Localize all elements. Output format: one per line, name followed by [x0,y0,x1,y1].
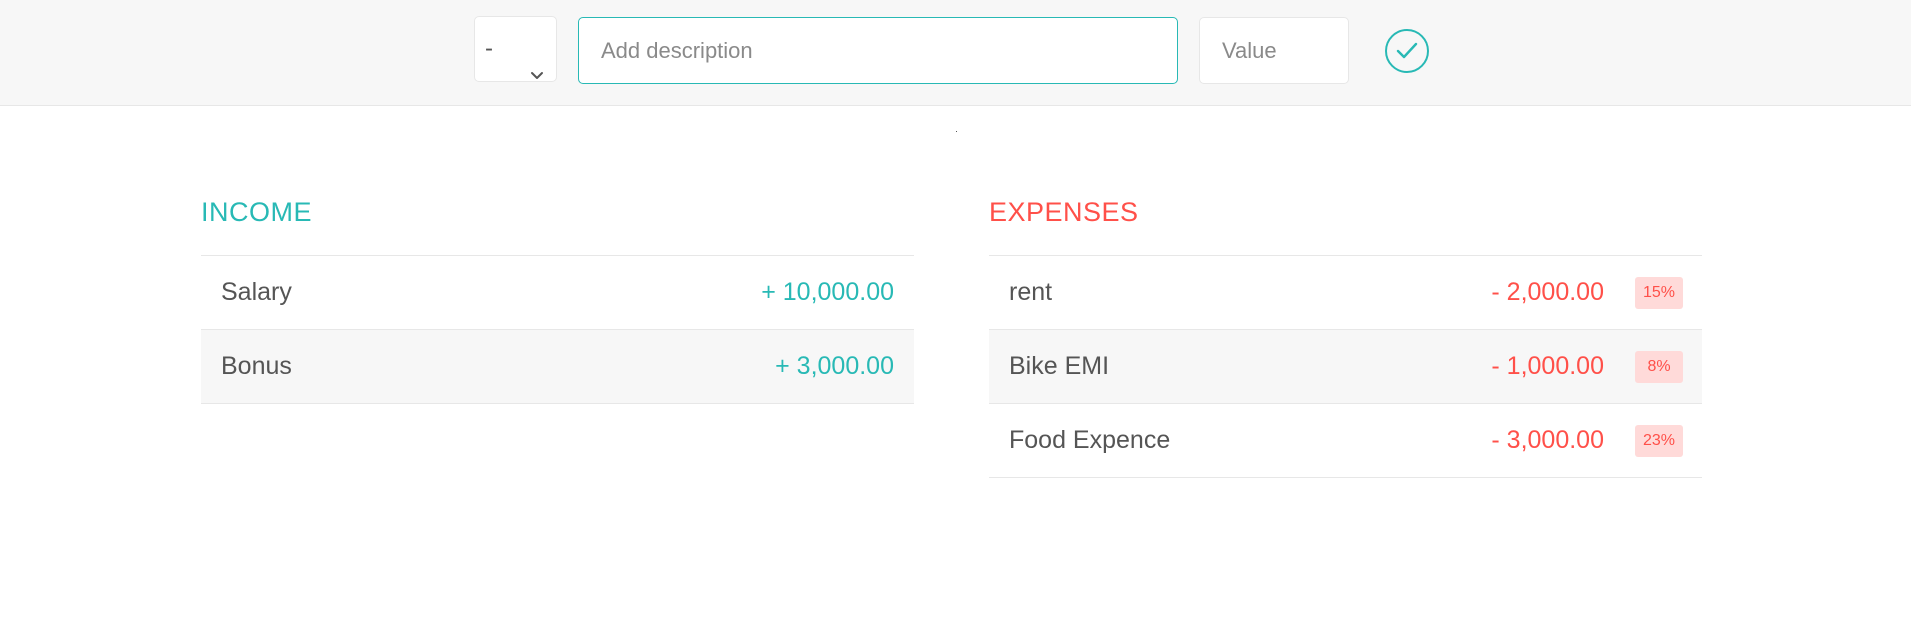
income-title: INCOME [201,197,914,256]
expense-item-bike-emi[interactable]: Bike EMI - 1,000.00 8% [989,330,1702,404]
item-description: rent [1009,278,1053,306]
chevron-down-icon [530,42,544,106]
divider-dot [956,131,957,132]
expenses-title: EXPENSES [989,197,1702,256]
expense-item-food-expence[interactable]: Food Expence - 3,000.00 23% [989,404,1702,478]
percentage-badge: 23% [1635,425,1683,457]
item-description: Food Expence [1009,426,1171,454]
percentage-badge: 15% [1635,277,1683,309]
type-select-value: - [485,35,493,62]
value-input[interactable] [1199,17,1349,84]
item-description: Bonus [221,352,292,380]
percentage-badge: 8% [1635,351,1683,383]
item-description: Bike EMI [1009,352,1110,380]
income-item-salary[interactable]: Salary + 10,000.00 [201,256,914,330]
income-list: Salary + 10,000.00 Bonus + 3,000.00 [201,256,914,404]
item-value: - 3,000.00 [1491,426,1604,454]
income-item-bonus[interactable]: Bonus + 3,000.00 [201,330,914,404]
item-value: + 3,000.00 [775,352,894,380]
income-column: INCOME Salary + 10,000.00 Bonus + 3,000.… [201,197,914,404]
description-input[interactable] [578,17,1178,84]
expenses-column: EXPENSES rent - 2,000.00 15% Bike EMI - … [989,197,1702,478]
add-bar: - [0,0,1911,106]
item-value: + 10,000.00 [761,278,894,306]
add-button[interactable] [1385,29,1429,73]
item-value: - 2,000.00 [1491,278,1604,306]
expenses-list: rent - 2,000.00 15% Bike EMI - 1,000.00 … [989,256,1702,478]
item-description: Salary [221,278,292,306]
type-select[interactable]: - [474,16,557,82]
expense-item-rent[interactable]: rent - 2,000.00 15% [989,256,1702,330]
item-value: - 1,000.00 [1491,352,1604,380]
